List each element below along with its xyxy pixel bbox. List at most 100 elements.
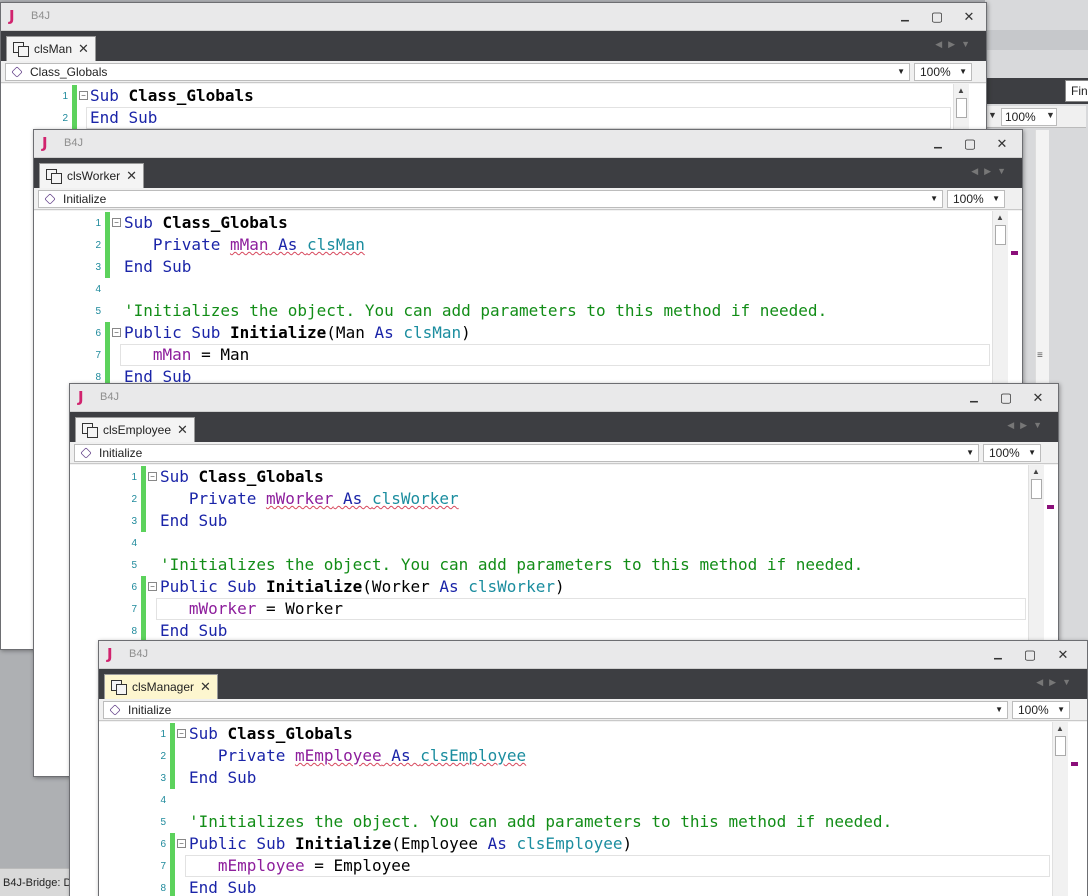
fold-toggle-icon[interactable]: −	[177, 839, 186, 848]
scroll-up-icon[interactable]: ▲	[957, 86, 965, 95]
line-number: 2	[160, 751, 166, 762]
code-line[interactable]: Public Sub Initialize(Employee As clsEmp…	[189, 834, 632, 853]
scroll-thumb[interactable]	[1055, 736, 1066, 756]
code-line[interactable]: 'Initializes the object. You can add par…	[124, 301, 827, 320]
sub-selector[interactable]: Class_Globals ▼	[5, 63, 910, 81]
minimize-icon[interactable]: ▁	[891, 6, 919, 28]
editor-window-clsmanager[interactable]: J B4J ▁ ▢ ✕ clsManager ✕ ◀▶▼ Initialize ▼ 100% ▼ 1− S…	[98, 640, 1088, 896]
code-line[interactable]: End Sub	[160, 511, 227, 530]
fold-toggle-icon[interactable]: −	[148, 582, 157, 591]
code-line[interactable]: Private mEmployee As clsEmployee	[189, 746, 526, 765]
close-icon[interactable]: ✕	[988, 133, 1016, 155]
fold-toggle-icon[interactable]: −	[79, 91, 88, 100]
tab-clsworker[interactable]: clsWorker ✕	[39, 163, 145, 188]
code-line[interactable]: Public Sub Initialize(Man As clsMan)	[124, 323, 471, 342]
window-titlebar[interactable]: J B4J ▁ ▢ ✕	[99, 641, 1087, 669]
code-token: clsEmployee	[420, 746, 527, 765]
tab-nav-arrows-icon[interactable]: ◀▶▼	[935, 39, 976, 50]
current-line-highlight	[86, 107, 951, 129]
sub-selector[interactable]: Initialize ▼	[74, 444, 979, 462]
scroll-up-icon[interactable]: ▲	[1056, 724, 1064, 733]
code-line[interactable]: Sub Class_Globals	[90, 86, 254, 105]
chevron-down-icon[interactable]: ▼	[897, 67, 905, 76]
scroll-thumb[interactable]	[995, 225, 1006, 245]
fold-toggle-icon[interactable]: −	[148, 472, 157, 481]
minimize-icon[interactable]: ▁	[984, 644, 1012, 666]
line-number: 6	[160, 839, 166, 850]
chevron-down-icon[interactable]: ▼	[995, 705, 1003, 714]
code-editor[interactable]: 1− Sub Class_Globals 2 Private mEmployee A…	[99, 722, 1087, 896]
code-line[interactable]: End Sub	[160, 621, 227, 640]
window-title: B4J	[31, 10, 50, 22]
code-line[interactable]: Private mWorker As clsWorker	[160, 489, 459, 508]
tab-clsmanager[interactable]: clsManager ✕	[104, 674, 218, 699]
chevron-down-icon[interactable]: ▼	[966, 448, 974, 457]
fold-toggle-icon[interactable]: −	[177, 729, 186, 738]
window-titlebar[interactable]: J B4J ▁ ▢ ✕	[1, 3, 986, 31]
zoom-select[interactable]: 100% ▼	[983, 444, 1041, 462]
code-line[interactable]: 'Initializes the object. You can add par…	[160, 555, 863, 574]
code-line[interactable]: End Sub	[90, 108, 157, 127]
code-line[interactable]: End Sub	[189, 768, 256, 787]
change-marker	[105, 344, 110, 366]
scroll-thumb[interactable]	[1031, 479, 1042, 499]
fold-toggle-icon[interactable]: −	[112, 328, 121, 337]
code-line[interactable]: Private mMan As clsMan	[124, 235, 365, 254]
scroll-up-icon[interactable]: ▲	[996, 213, 1004, 222]
sub-selector[interactable]: Initialize ▼	[103, 701, 1008, 719]
zoom-value: 100%	[920, 65, 951, 79]
code-line[interactable]: Sub Class_Globals	[160, 467, 324, 486]
zoom-select[interactable]: 100% ▼	[947, 190, 1005, 208]
fold-toggle-icon[interactable]: −	[112, 218, 121, 227]
minimize-icon[interactable]: ▁	[960, 387, 988, 409]
tab-clsemployee[interactable]: clsEmployee ✕	[75, 417, 195, 442]
line-number: 4	[95, 284, 101, 295]
maximize-icon[interactable]: ▢	[992, 387, 1020, 409]
close-icon[interactable]: ✕	[1024, 387, 1052, 409]
chevron-down-icon[interactable]: ▼	[988, 110, 997, 120]
sub-selector[interactable]: Initialize ▼	[38, 190, 943, 208]
line-number: 7	[131, 604, 137, 615]
code-line[interactable]: End Sub	[189, 878, 256, 896]
change-marker	[105, 234, 110, 256]
code-token: mMan	[229, 235, 269, 254]
code-line[interactable]: mEmployee = Employee	[189, 856, 411, 875]
code-line[interactable]: Sub Class_Globals	[124, 213, 288, 232]
minimize-icon[interactable]: ▁	[924, 133, 952, 155]
code-line[interactable]: 'Initializes the object. You can add par…	[189, 812, 892, 831]
tab-clsman[interactable]: clsMan ✕	[6, 36, 96, 61]
code-token: mWorker	[160, 599, 257, 618]
code-line[interactable]: End Sub	[124, 257, 191, 276]
tab-nav-arrows-icon[interactable]: ◀▶▼	[1007, 420, 1048, 431]
zoom-select[interactable]: 100% ▼	[1012, 701, 1070, 719]
close-icon[interactable]: ✕	[126, 168, 137, 184]
vertical-scrollbar[interactable]: ▲	[1052, 722, 1068, 896]
code-token: End Sub	[160, 621, 228, 640]
close-icon[interactable]: ✕	[955, 6, 983, 28]
change-marker	[141, 488, 146, 510]
code-line[interactable]: Public Sub Initialize(Worker As clsWorke…	[160, 577, 565, 596]
close-icon[interactable]: ✕	[78, 41, 89, 57]
tab-nav-arrows-icon[interactable]: ◀▶▼	[1036, 677, 1077, 688]
close-icon[interactable]: ✕	[1049, 644, 1077, 666]
code-line[interactable]: mWorker = Worker	[160, 599, 343, 618]
change-marker	[105, 212, 110, 234]
window-titlebar[interactable]: J B4J ▁ ▢ ✕	[34, 130, 1022, 158]
code-line[interactable]: Sub Class_Globals	[189, 724, 353, 743]
code-token: End Sub	[189, 878, 257, 896]
close-icon[interactable]: ✕	[177, 422, 188, 438]
maximize-icon[interactable]: ▢	[1016, 644, 1044, 666]
maximize-icon[interactable]: ▢	[923, 6, 951, 28]
code-token: As	[333, 489, 372, 508]
scroll-up-icon[interactable]: ▲	[1032, 467, 1040, 476]
find-panel-label[interactable]: Fin	[1065, 80, 1088, 102]
window-titlebar[interactable]: J B4J ▁ ▢ ✕	[70, 384, 1058, 412]
zoom-select[interactable]: 100% ▼	[914, 63, 972, 81]
code-line[interactable]: mMan = Man	[124, 345, 249, 364]
chevron-down-icon[interactable]: ▼	[930, 194, 938, 203]
change-marker	[105, 322, 110, 344]
maximize-icon[interactable]: ▢	[956, 133, 984, 155]
close-icon[interactable]: ✕	[200, 679, 211, 695]
scroll-thumb[interactable]	[956, 98, 967, 118]
tab-nav-arrows-icon[interactable]: ◀▶▼	[971, 166, 1012, 177]
